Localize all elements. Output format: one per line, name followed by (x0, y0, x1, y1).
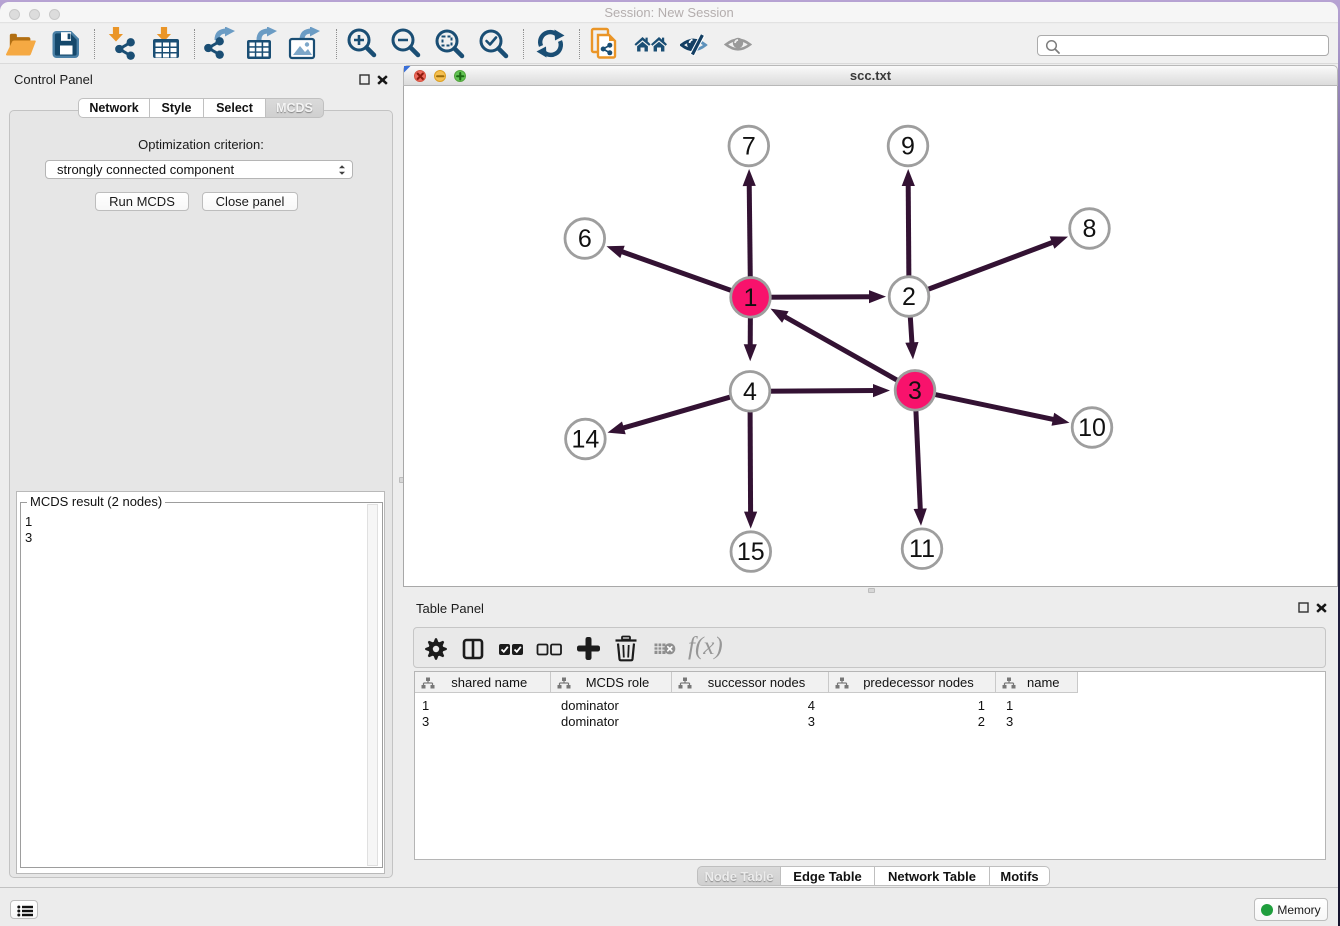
svg-text:2: 2 (902, 283, 916, 311)
svg-text:11: 11 (909, 535, 935, 563)
svg-text:3: 3 (908, 377, 922, 405)
svg-text:8: 8 (1083, 215, 1097, 243)
svg-text:15: 15 (737, 538, 765, 566)
svg-text:1: 1 (744, 284, 758, 312)
svg-text:9: 9 (901, 133, 915, 161)
svg-text:6: 6 (578, 225, 592, 253)
svg-text:14: 14 (571, 426, 599, 454)
svg-text:7: 7 (742, 133, 756, 161)
svg-text:10: 10 (1078, 414, 1106, 442)
svg-text:4: 4 (743, 378, 757, 406)
